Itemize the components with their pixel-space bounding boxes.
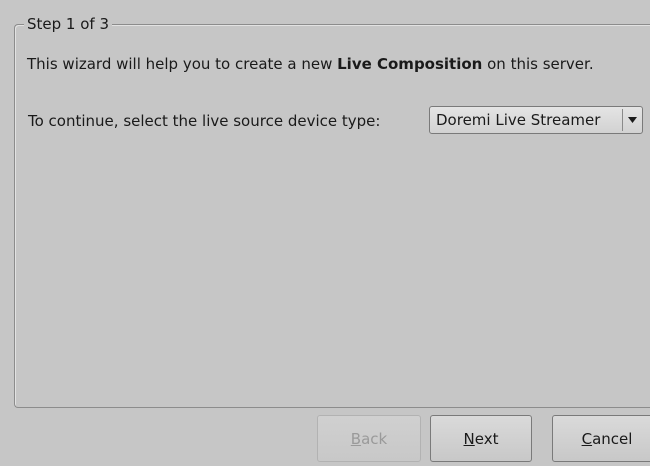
step-groupbox — [14, 24, 650, 408]
device-type-selected-value: Doremi Live Streamer — [436, 111, 601, 129]
back-button-label: ack — [361, 429, 388, 448]
next-button[interactable]: Next — [430, 415, 532, 462]
wizard-window: Step 1 of 3 This wizard will help you to… — [0, 0, 650, 466]
cancel-button-mnemonic: C — [581, 429, 593, 448]
intro-emphasis: Live Composition — [337, 55, 483, 73]
step-label: Step 1 of 3 — [24, 14, 113, 34]
cancel-button[interactable]: Cancel — [552, 415, 650, 462]
cancel-button-label: ancel — [592, 429, 633, 448]
back-button[interactable]: Back — [317, 415, 421, 462]
device-type-select[interactable]: Doremi Live Streamer — [429, 106, 643, 134]
chevron-down-icon[interactable] — [623, 107, 642, 133]
next-button-mnemonic: N — [463, 429, 475, 448]
intro-prefix: This wizard will help you to create a ne… — [27, 55, 338, 73]
intro-suffix: on this server. — [482, 55, 594, 73]
intro-text: This wizard will help you to create a ne… — [27, 53, 594, 75]
device-type-prompt: To continue, select the live source devi… — [28, 112, 381, 130]
back-button-mnemonic: B — [350, 429, 362, 448]
next-button-label: ext — [474, 429, 499, 448]
